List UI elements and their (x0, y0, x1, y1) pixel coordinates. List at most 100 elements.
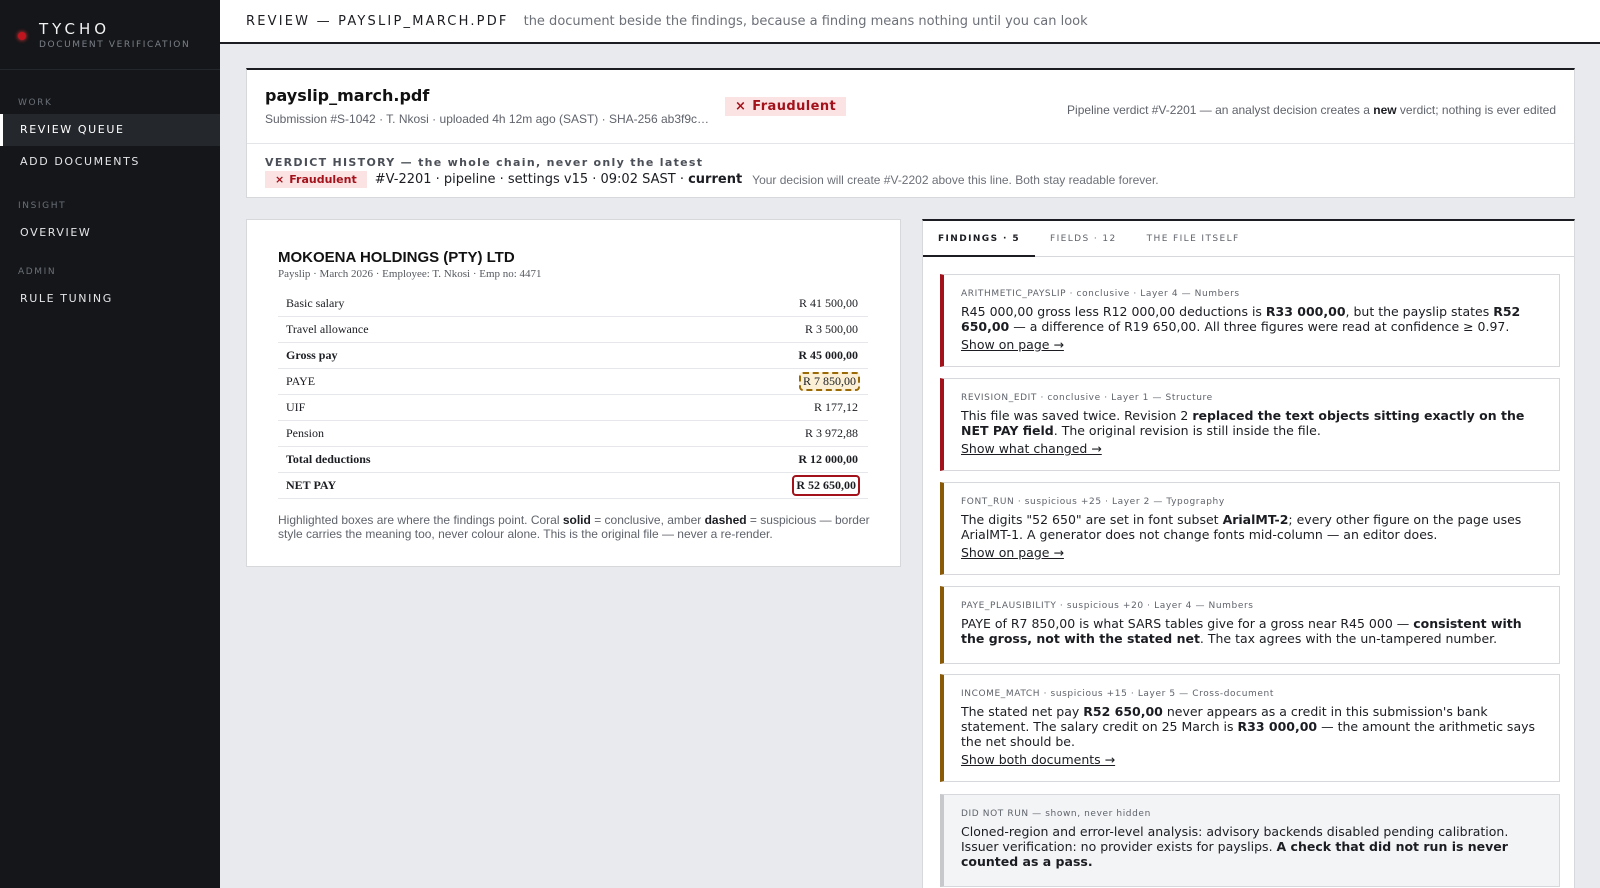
finding-meta: FONT_RUN · suspicious +25 · Layer 2 — Ty… (961, 497, 1225, 507)
finding-card-font-run: FONT_RUN · suspicious +25 · Layer 2 — Ty… (940, 482, 1560, 575)
payslip-table: Basic salary R 41 500,00 Travel allowance R… (278, 291, 868, 499)
brand-subtitle: DOCUMENT VERIFICATION (39, 40, 191, 50)
payslip-value-highlight-suspicious[interactable]: R 7 850,00 (798, 372, 860, 391)
finding-card-income-match: INCOME_MATCH · suspicious +15 · Layer 5 … (940, 674, 1560, 782)
finding-text: PAYE of R7 850,00 is what SARS tables gi… (961, 616, 1414, 631)
finding-text: — a difference of R19 650,00. All three … (1009, 319, 1510, 334)
payslip-row-label: UIF (286, 400, 306, 414)
tab-fields[interactable]: FIELDS · 12 (1035, 221, 1132, 257)
brand: TYCHO DOCUMENT VERIFICATION (0, 0, 220, 70)
finding-body: Cloned-region and error-level analysis: … (961, 824, 1544, 869)
brand-name: TYCHO (39, 20, 111, 38)
finding-card-did-not-run: DID NOT RUN — shown, never hidden Cloned… (940, 794, 1560, 887)
payslip-row-value: R 177,12 (813, 400, 858, 414)
caption-dashed: dashed (704, 513, 747, 527)
caption-solid: solid (562, 513, 591, 527)
finding-meta: ARITHMETIC_PAYSLIP · conclusive · Layer … (961, 289, 1240, 299)
pipeline-note-text: Pipeline verdict #V-2201 — an analyst de… (1067, 103, 1374, 117)
pipeline-verdict-note: Pipeline verdict #V-2201 — an analyst de… (1067, 103, 1556, 117)
finding-text: . The original revision is still inside … (1053, 423, 1321, 438)
payslip-row: PAYE R 7 850,00 (278, 369, 868, 395)
payslip-value-highlight-conclusive[interactable]: R 52 650,00 (792, 475, 860, 496)
payslip-row: Pension R 3 972,88 (278, 421, 868, 447)
page-title: REVIEW — PAYSLIP_MARCH.PDF (246, 13, 509, 29)
payslip-row-value: R 3 972,88 (804, 426, 858, 440)
pipeline-note-emphasis: new (1373, 103, 1397, 117)
show-both-documents-link[interactable]: Show both documents → (961, 752, 1115, 767)
history-badge-label: Fraudulent (289, 173, 357, 186)
payslip-row-label: Pension (286, 426, 325, 440)
brand-logo-dot-icon (18, 32, 26, 40)
show-on-page-link[interactable]: Show on page → (961, 337, 1064, 352)
finding-text: , but the payslip states (1345, 304, 1494, 319)
nav-section-admin: ADMIN (18, 267, 57, 277)
payslip-row: Gross pay R 45 000,00 (278, 343, 868, 369)
cross-icon: × (735, 99, 747, 114)
finding-meta: PAYE_PLAUSIBILITY · suspicious +20 · Lay… (961, 601, 1254, 611)
payslip-row-label: Basic salary (286, 296, 345, 310)
verdict-history-title: VERDICT HISTORY — the whole chain, never… (265, 156, 704, 169)
payslip-row-label: Total deductions (286, 452, 371, 466)
payslip-row: UIF R 177,12 (278, 395, 868, 421)
history-note: Your decision will create #V-2202 above … (752, 172, 1159, 187)
finding-body: The digits "52 650" are set in font subs… (961, 512, 1544, 542)
history-entry-text: #V-2201 · pipeline · settings v15 · 09:0… (375, 172, 742, 187)
finding-text: The digits "52 650" are set in font subs… (961, 512, 1223, 527)
payslip-row-label: NET PAY (286, 478, 337, 492)
verdict-badge: × Fraudulent (725, 97, 847, 116)
payslip-row: NET PAY R 52 650,00 (278, 473, 868, 499)
finding-emphasis: R33 000,00 (1265, 304, 1346, 319)
history-verdict-badge: × Fraudulent (265, 171, 367, 188)
sidebar-item-rule-tuning[interactable]: RULE TUNING (0, 283, 220, 315)
findings-tabs: FINDINGS · 5 FIELDS · 12 THE FILE ITSELF (923, 221, 1574, 257)
page-subtitle: the document beside the findings, becaus… (523, 13, 1088, 29)
finding-card-revision-edit: REVISION_EDIT · conclusive · Layer 1 — S… (940, 378, 1560, 471)
tab-findings[interactable]: FINDINGS · 5 (923, 221, 1035, 257)
payslip-row: Total deductions R 12 000,00 (278, 447, 868, 473)
pipeline-note-text-end: verdict; nothing is ever edited (1396, 103, 1556, 117)
caption-text: = conclusive, amber (590, 513, 705, 527)
finding-text: The stated net pay (961, 704, 1084, 719)
finding-text: R45 000,00 gross less R12 000,00 deducti… (961, 304, 1266, 319)
nav-section-insight: INSIGHT (18, 201, 67, 211)
tab-file-itself[interactable]: THE FILE ITSELF (1132, 221, 1255, 257)
finding-body: The stated net pay R52 650,00 never appe… (961, 704, 1544, 749)
finding-card-paye-plausibility: PAYE_PLAUSIBILITY · suspicious +20 · Lay… (940, 586, 1560, 664)
sidebar: TYCHO DOCUMENT VERIFICATION WORK REVIEW … (0, 0, 220, 888)
payslip-row-value: R 3 500,00 (804, 322, 858, 336)
submission-filename: payslip_march.pdf (265, 86, 430, 105)
document-company-name: MOKOENA HOLDINGS (PTY) LTD (278, 249, 515, 266)
cross-icon: × (275, 173, 285, 186)
payslip-row-value: R 12 000,00 (798, 452, 858, 466)
submission-meta: Submission #S-1042 · T. Nkosi · uploaded… (265, 112, 709, 126)
payslip-row-label: Travel allowance (286, 322, 369, 336)
show-what-changed-link[interactable]: Show what changed → (961, 441, 1102, 456)
payslip-row-value: R 45 000,00 (798, 348, 858, 362)
finding-body: R45 000,00 gross less R12 000,00 deducti… (961, 304, 1544, 334)
finding-body: This file was saved twice. Revision 2 re… (961, 408, 1544, 438)
payslip-row-value: R 41 500,00 (798, 296, 858, 310)
verdict-badge-label: Fraudulent (752, 99, 837, 114)
submission-card: payslip_march.pdf Submission #S-1042 · T… (246, 68, 1575, 198)
document-subtitle: Payslip · March 2026 · Employee: T. Nkos… (278, 268, 542, 280)
verdict-history-entry: × Fraudulent #V-2201 · pipeline · setting… (265, 171, 1574, 188)
caption-text: Highlighted boxes are where the findings… (278, 513, 563, 527)
sidebar-item-overview[interactable]: OVERVIEW (0, 217, 220, 249)
sidebar-item-add-documents[interactable]: ADD DOCUMENTS (0, 146, 220, 178)
history-entry-current: current (688, 172, 743, 187)
finding-text: This file was saved twice. Revision 2 (961, 408, 1193, 423)
finding-text: . The tax agrees with the un-tampered nu… (1199, 631, 1498, 646)
finding-emphasis: R52 650,00 (1083, 704, 1163, 719)
document-caption: Highlighted boxes are where the findings… (278, 513, 878, 541)
show-on-page-link[interactable]: Show on page → (961, 545, 1064, 560)
finding-emphasis: R33 000,00 (1237, 719, 1318, 734)
document-preview: MOKOENA HOLDINGS (PTY) LTD Payslip · Mar… (246, 219, 901, 567)
finding-emphasis: ArialMT-2 (1222, 512, 1289, 527)
sidebar-item-review-queue[interactable]: REVIEW QUEUE (0, 114, 220, 146)
finding-meta: INCOME_MATCH · suspicious +15 · Layer 5 … (961, 689, 1274, 699)
finding-body: PAYE of R7 850,00 is what SARS tables gi… (961, 616, 1544, 646)
finding-meta: REVISION_EDIT · conclusive · Layer 1 — S… (961, 393, 1213, 403)
verdict-history: VERDICT HISTORY — the whole chain, never… (247, 144, 1574, 188)
payslip-row: Basic salary R 41 500,00 (278, 291, 868, 317)
nav-section-work: WORK (18, 98, 53, 108)
